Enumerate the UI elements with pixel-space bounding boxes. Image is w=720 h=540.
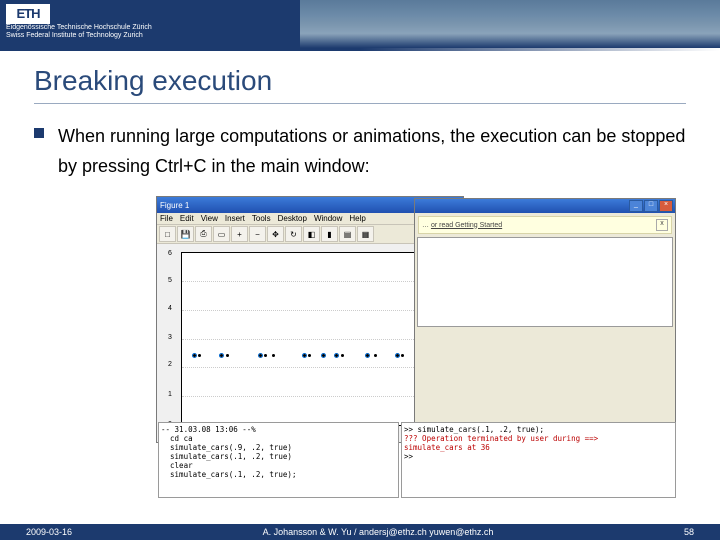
footer-page: 58 xyxy=(684,527,694,537)
maximize-icon[interactable]: □ xyxy=(644,200,658,212)
figure-title: Figure 1 xyxy=(160,201,189,210)
legend-icon[interactable]: ▤ xyxy=(339,226,356,242)
matlab-titlebar: _ □ × xyxy=(415,199,675,213)
close-icon[interactable]: × xyxy=(659,200,673,212)
colorbar-icon[interactable]: ▮ xyxy=(321,226,338,242)
banner-image xyxy=(300,0,720,48)
title-rule xyxy=(34,103,686,104)
screenshot: Figure 1 _ □ × FileEditViewInsertToolsDe… xyxy=(156,196,676,498)
logo: ETH Eidgenössische Technische Hochschule… xyxy=(6,4,152,40)
rotate-icon[interactable]: ↻ xyxy=(285,226,302,242)
footer: 2009-03-16 A. Johansson & W. Yu / anders… xyxy=(0,524,720,540)
workspace-panel xyxy=(417,237,673,327)
bullet-item: When running large computations or anima… xyxy=(34,122,686,181)
console-area: -- 31.03.08 13:06 --% cd ca simulate_car… xyxy=(158,422,676,498)
footer-date: 2009-03-16 xyxy=(26,527,72,537)
header: ETH Eidgenössische Technische Hochschule… xyxy=(0,0,720,48)
zoomin-icon[interactable]: + xyxy=(231,226,248,242)
page-title: Breaking execution xyxy=(34,65,686,97)
command-history[interactable]: -- 31.03.08 13:06 --% cd ca simulate_car… xyxy=(158,422,399,498)
footer-center: A. Johansson & W. Yu / andersj@ethz.ch y… xyxy=(263,527,494,537)
bullet-icon xyxy=(34,128,44,138)
bullet-text: When running large computations or anima… xyxy=(58,122,686,181)
print-icon[interactable]: ⎙ xyxy=(195,226,212,242)
zoomout-icon[interactable]: − xyxy=(249,226,266,242)
pan-icon[interactable]: ✥ xyxy=(267,226,284,242)
minimize-icon[interactable]: _ xyxy=(629,200,643,212)
logo-mark: ETH xyxy=(6,4,50,24)
pointer-icon[interactable]: ▭ xyxy=(213,226,230,242)
save-icon[interactable]: 💾 xyxy=(177,226,194,242)
info-text: … or read Getting Started xyxy=(422,222,502,229)
axes-icon[interactable]: ▦ xyxy=(357,226,374,242)
logo-subtitle: Eidgenössische Technische Hochschule Zür… xyxy=(6,24,152,40)
info-strip: … or read Getting Started x xyxy=(418,216,672,234)
datacursor-icon[interactable]: ◧ xyxy=(303,226,320,242)
new-icon[interactable]: □ xyxy=(159,226,176,242)
info-close-icon[interactable]: x xyxy=(656,219,668,231)
command-window[interactable]: >> simulate_cars(.1, .2, true); ??? Oper… xyxy=(401,422,676,498)
